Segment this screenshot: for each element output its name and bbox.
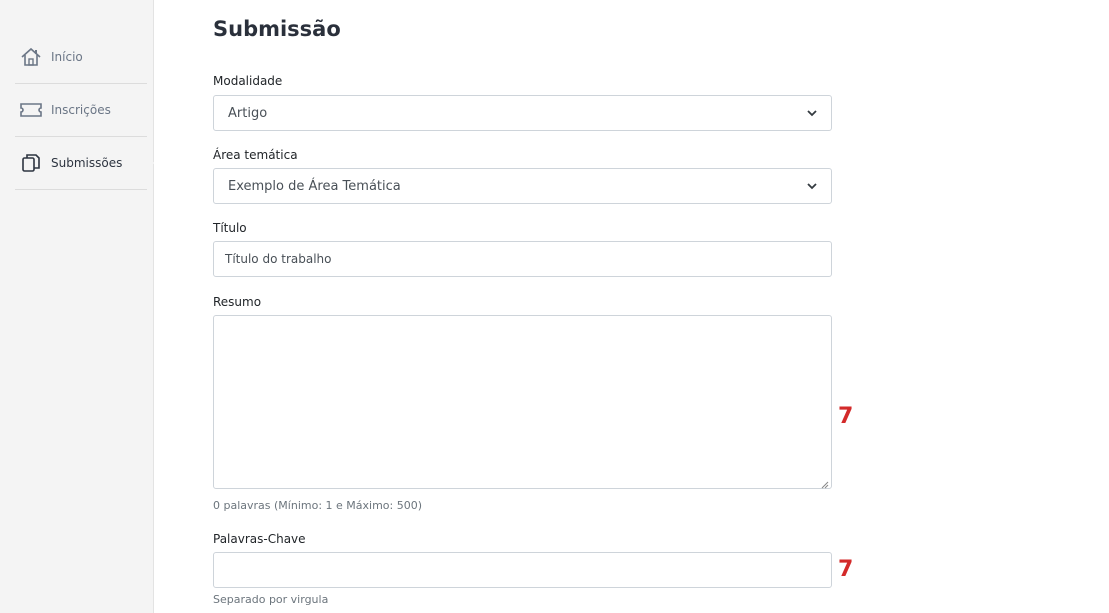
chevron-down-icon [807,108,817,118]
resumo-label: Resumo [213,295,262,309]
titulo-placeholder: Título do trabalho [225,252,332,266]
sidebar-item-label: Inscrições [51,103,111,117]
documents-icon [20,152,42,174]
sidebar-item-submissoes[interactable]: Submissões [15,137,161,190]
titulo-label: Título [213,221,247,235]
modalidade-select[interactable]: Artigo [213,95,832,131]
sidebar-item-label: Submissões [51,156,123,170]
sidebar-item-label: Início [51,50,83,64]
page-title: Submissão [213,17,341,41]
chevron-down-icon [807,181,817,191]
sidebar-item-inicio[interactable]: Início [15,31,147,84]
palavras-chave-input[interactable] [213,552,832,588]
resumo-counter: 7 [838,404,854,429]
area-tematica-label: Área temática [213,148,298,162]
palavras-chave-label: Palavras-Chave [213,532,306,546]
sidebar: Início Inscrições Submissões [0,0,161,613]
sidebar-item-inscricoes[interactable]: Inscrições [15,84,147,137]
resumo-help-text: 0 palavras (Mínimo: 1 e Máximo: 500) [213,499,423,512]
home-icon [20,46,42,68]
palavras-chave-counter: 7 [838,557,854,582]
palavras-chave-help-text: Separado por virgula [213,593,329,606]
area-tematica-value: Exemplo de Área Temática [228,178,401,194]
resize-handle-icon[interactable] [821,478,829,489]
modalidade-label: Modalidade [213,74,283,88]
area-tematica-select[interactable]: Exemplo de Área Temática [213,168,832,204]
resumo-textarea[interactable] [213,315,832,489]
titulo-input[interactable]: Título do trabalho [213,241,832,277]
ticket-icon [20,99,42,121]
modalidade-value: Artigo [228,105,268,121]
